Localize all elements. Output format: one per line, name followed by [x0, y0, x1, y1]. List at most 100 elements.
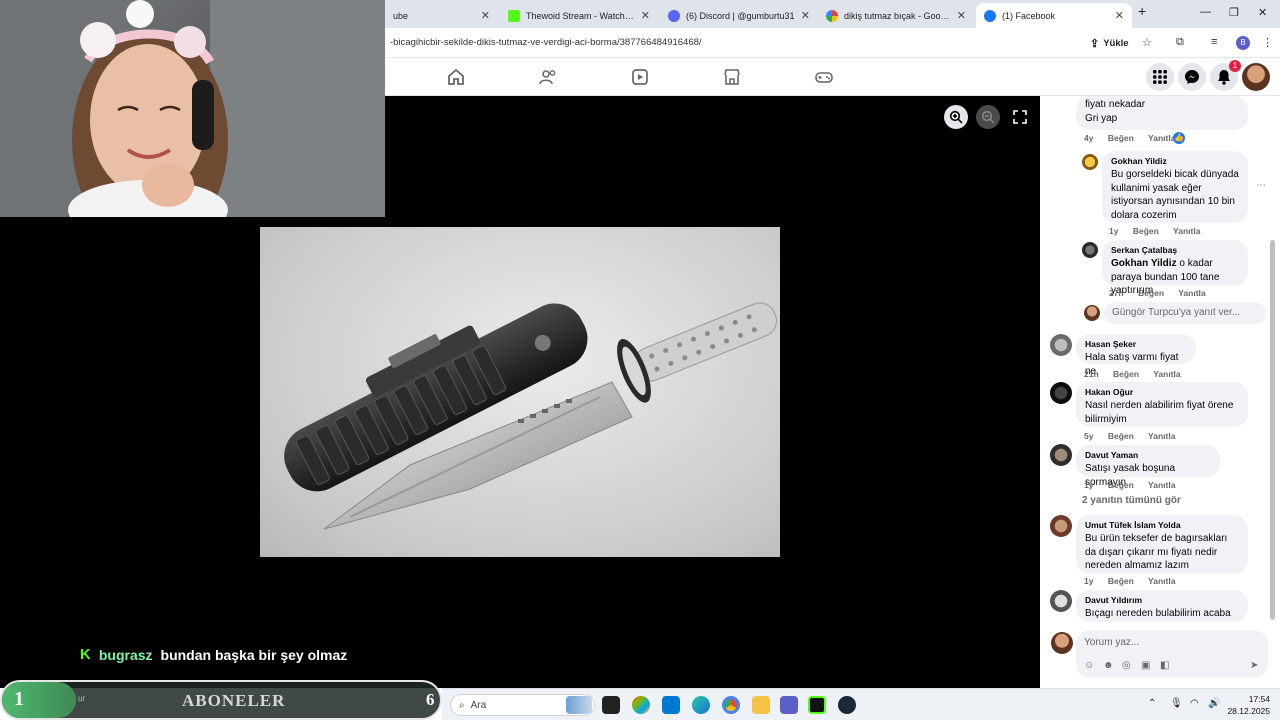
kick-logo-icon: K — [80, 646, 91, 663]
extensions-icon[interactable]: ⧉ — [1176, 36, 1184, 49]
comment-author[interactable]: Davut Yıldırım — [1085, 595, 1239, 605]
comment-input[interactable]: Yorum yaz... — [1084, 637, 1139, 648]
comment-actions: 5y Beğen Yanıtla — [1084, 431, 1187, 441]
send-icon[interactable]: ➤ — [1250, 660, 1258, 671]
avatar[interactable] — [1082, 242, 1098, 258]
new-tab-button[interactable]: + — [1138, 3, 1146, 19]
like-button[interactable]: Beğen — [1108, 133, 1134, 143]
tab-discord[interactable]: (6) Discord | @gumburtu31 ✕ — [660, 3, 818, 28]
account-avatar[interactable] — [1242, 63, 1270, 91]
avatar[interactable] — [1050, 382, 1072, 404]
steam-icon[interactable] — [838, 696, 856, 714]
close-icon[interactable]: ✕ — [641, 9, 650, 22]
avatar[interactable] — [1050, 590, 1072, 612]
comments-scrollbar[interactable] — [1270, 240, 1275, 620]
reply-button[interactable]: Yanıtla — [1148, 480, 1175, 490]
comment-author[interactable]: Serkan Çatalbaş — [1111, 245, 1239, 255]
avatar[interactable] — [1050, 334, 1072, 356]
like-button[interactable]: Beğen — [1108, 431, 1134, 441]
tray-expand-icon[interactable]: ⌃ — [1148, 698, 1156, 709]
reply-button[interactable]: Yanıtla — [1148, 133, 1175, 143]
url-field[interactable]: -bicagihicbir-sekilde-dikis-tutmaz-ve-ve… — [390, 37, 702, 48]
reply-input[interactable]: Güngör Turpcu'ya yanıt ver... — [1104, 302, 1266, 324]
kick-app-icon[interactable] — [808, 696, 826, 714]
comment-text: Bu gorseldeki bicak dünyada kullanimi ya… — [1111, 169, 1239, 221]
avatar[interactable] — [1050, 444, 1072, 466]
tab-youtube[interactable]: ube ✕ — [385, 3, 498, 28]
friends-icon[interactable] — [538, 67, 558, 87]
camera-icon[interactable]: ◎ — [1122, 660, 1131, 671]
close-window-icon[interactable]: ✕ — [1258, 6, 1267, 19]
media-controls-icon[interactable]: ≡ — [1211, 36, 1217, 48]
minimize-icon[interactable]: — — [1200, 6, 1211, 18]
close-icon[interactable]: ✕ — [801, 9, 810, 22]
install-app-button[interactable]: ⇪ Yükle — [1090, 34, 1129, 52]
like-button[interactable]: Beğen — [1113, 369, 1139, 379]
taskbar-clock[interactable]: 17:54 28.12.2025 — [1227, 693, 1270, 717]
tab-title: (6) Discord | @gumburtu31 — [686, 10, 795, 21]
fullscreen-button[interactable] — [1008, 105, 1032, 129]
comment-author[interactable]: Hasan Şeker — [1085, 339, 1187, 349]
tab-google-search[interactable]: dikiş tutmaz bıçak - Google'da ✕ — [818, 3, 974, 28]
avatar — [1084, 305, 1100, 321]
comment-bubble: Umut Tüfek İslam Yolda Bu ürün teksefer … — [1076, 515, 1248, 574]
avatar[interactable] — [1050, 515, 1072, 537]
reply-button[interactable]: Yanıtla — [1153, 369, 1180, 379]
comment-options-icon[interactable]: ⋯ — [1256, 180, 1266, 191]
close-icon[interactable]: ✕ — [957, 9, 966, 22]
knife-photo — [260, 227, 780, 557]
chat-message-text: bundan başka bir şey olmaz — [160, 646, 348, 663]
tab-facebook[interactable]: (1) Facebook ✕ — [976, 3, 1132, 28]
marketplace-icon[interactable] — [722, 67, 742, 87]
network-icon[interactable]: ◠ — [1190, 698, 1199, 709]
sticker-icon[interactable]: ◧ — [1160, 660, 1169, 671]
bookmark-star-icon[interactable]: ☆ — [1142, 36, 1152, 49]
copilot-icon[interactable] — [632, 696, 650, 714]
comment-author[interactable]: Davut Yaman — [1085, 450, 1211, 460]
task-view-icon[interactable] — [602, 696, 620, 714]
like-button[interactable]: Beğen — [1108, 480, 1134, 490]
tab-kick-stream[interactable]: Thewoid Stream - Watch Live o ✕ — [500, 3, 658, 28]
like-reaction-icon: 👍 — [1173, 132, 1185, 144]
view-replies-link[interactable]: 2 yanıtın tümünü gör — [1082, 495, 1181, 506]
home-icon[interactable] — [446, 67, 466, 87]
avatar-sticker-icon[interactable]: ☺ — [1084, 660, 1094, 671]
browser-menu-icon[interactable]: ⋮ — [1262, 36, 1273, 49]
close-icon[interactable]: ✕ — [1115, 9, 1124, 22]
tab-title: (1) Facebook — [1002, 10, 1056, 21]
comment-actions: 1y Beğen Yanıtla — [1109, 226, 1212, 236]
reply-button[interactable]: Yanıtla — [1173, 226, 1200, 236]
zoom-in-icon — [949, 110, 963, 124]
like-button[interactable]: Beğen — [1133, 226, 1159, 236]
gif-icon[interactable]: ▣ — [1141, 660, 1150, 671]
video-icon[interactable] — [630, 67, 650, 87]
avatar[interactable] — [1082, 154, 1098, 170]
reply-button[interactable]: Yanıtla — [1148, 431, 1175, 441]
like-button[interactable]: Beğen — [1108, 576, 1134, 586]
zoom-out-button[interactable] — [976, 105, 1000, 129]
reply-button[interactable]: Yanıtla — [1178, 288, 1205, 298]
like-button[interactable]: Beğen — [1138, 288, 1164, 298]
chrome-icon[interactable] — [722, 696, 740, 714]
comment-text: Bu ürün teksefer de bagırsakları da dışa… — [1085, 533, 1228, 571]
edge-icon[interactable] — [692, 696, 710, 714]
comment-author[interactable]: Hakan Oğur — [1085, 387, 1239, 397]
close-icon[interactable]: ✕ — [481, 9, 490, 22]
volume-icon[interactable]: 🔊 — [1208, 698, 1220, 709]
comment-author[interactable]: Umut Tüfek İslam Yolda — [1085, 520, 1239, 530]
emoji-icon[interactable]: ☻ — [1103, 660, 1114, 671]
messenger-button[interactable] — [1178, 63, 1206, 91]
maximize-icon[interactable]: ❐ — [1229, 6, 1239, 19]
reply-button[interactable]: Yanıtla — [1148, 576, 1175, 586]
gaming-icon[interactable] — [814, 67, 834, 87]
microphone-icon[interactable]: 🎙 — [1170, 698, 1183, 709]
browser-profile-avatar[interactable]: B — [1236, 36, 1250, 50]
teams-icon[interactable] — [780, 696, 798, 714]
comment-composer[interactable]: Yorum yaz... ☺ ☻ ◎ ▣ ◧ ➤ — [1076, 630, 1268, 678]
file-explorer-icon[interactable] — [752, 696, 770, 714]
comment-mention[interactable]: Gokhan Yildiz — [1111, 258, 1177, 269]
zoom-in-button[interactable] — [944, 105, 968, 129]
outlook-icon[interactable] — [662, 696, 680, 714]
menu-grid-button[interactable] — [1146, 63, 1174, 91]
comment-author[interactable]: Gokhan Yildiz — [1111, 156, 1239, 166]
